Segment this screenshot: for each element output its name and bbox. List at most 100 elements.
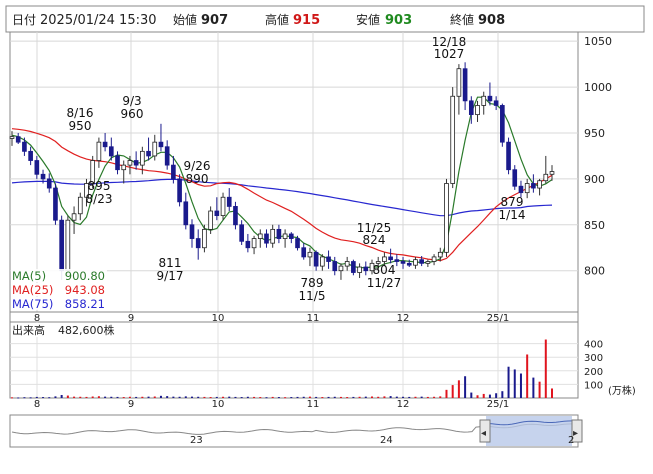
volume-bar (209, 397, 212, 399)
annotation-label: 824 (363, 233, 386, 247)
volume-bar (476, 395, 479, 398)
volume-tick-label: 200 (584, 367, 603, 378)
volume-bar (116, 396, 119, 398)
month-label: 12 (397, 399, 410, 410)
candle-body (307, 251, 313, 258)
volume-bar (408, 396, 411, 398)
candle-body (320, 256, 325, 267)
volume-bar (290, 397, 293, 399)
volume-bar (426, 396, 429, 398)
candle-body (332, 261, 338, 272)
month-label: 8 (34, 399, 40, 410)
volume-bar (352, 396, 355, 398)
candle-body (202, 228, 207, 249)
header-bar: 日付 2025/01/24 15:30 始値 907 高値 915 安値 903… (5, 5, 645, 33)
candle-body (462, 68, 468, 102)
volume-bar (308, 396, 311, 398)
candle-body (65, 219, 71, 272)
volume-bar (495, 393, 498, 398)
volume-bar (135, 396, 138, 398)
volume-bar (110, 396, 113, 398)
candle-body (388, 256, 393, 261)
candle-body (115, 155, 120, 171)
annotation-label: 1027 (434, 47, 465, 61)
annotation-label: 1/14 (499, 208, 526, 222)
candle-body (450, 95, 456, 184)
volume-bar (321, 397, 324, 399)
volume-bar (526, 354, 529, 398)
candle-body (146, 150, 151, 157)
candle-body (158, 141, 164, 148)
annotation-label: 804 (373, 263, 396, 277)
legend-entry-value: 900.80 (65, 269, 105, 283)
volume-bar (451, 385, 454, 398)
candle-body (220, 196, 226, 217)
ma-legend: MA(5) 900.80 MA(25) 943.08 MA(75) 858.21 (11, 269, 107, 311)
navigator-left-handle[interactable]: ◂ (479, 419, 491, 443)
candle-body (233, 206, 238, 226)
navigator[interactable]: ◂ ▸ 23 24 2 (9, 414, 583, 448)
volume-bar (240, 397, 243, 399)
candle-body (127, 160, 133, 166)
candle-body (543, 173, 549, 182)
volume-bar (433, 396, 436, 398)
annotation-label: 9/3 (122, 94, 141, 108)
price-tick-label: 850 (584, 219, 605, 232)
volume-label: 出来高 (12, 323, 45, 337)
price-tick-label: 1000 (584, 81, 612, 94)
navigator-label-24: 24 (380, 435, 393, 446)
annotation-label: 11/5 (299, 289, 326, 303)
annotation-label: 890 (186, 172, 209, 186)
chevron-left-icon: ◂ (481, 428, 486, 439)
candle-body (313, 251, 319, 267)
candle-body (295, 238, 300, 249)
chart-canvas: 日付 2025/01/24 15:30 始値 907 高値 915 安値 903… (5, 5, 645, 448)
volume-bar (159, 395, 162, 398)
annotation-label: 895 (88, 179, 111, 193)
date-label: 日付 (12, 13, 36, 27)
candle-body (208, 210, 213, 230)
volume-bar (346, 397, 349, 399)
candle-body (9, 136, 15, 139)
stock-chart-widget: 日付 2025/01/24 15:30 始値 907 高値 915 安値 903… (0, 0, 653, 470)
candle-body (481, 95, 487, 106)
date-value: 2025/01/24 15:30 (40, 13, 157, 28)
candle-body (282, 233, 288, 239)
month-label: 10 (212, 399, 225, 410)
candle-body (512, 169, 518, 187)
candle-body (183, 201, 189, 226)
volume-bar (246, 396, 249, 398)
volume-bar (253, 396, 256, 398)
volume-bar (66, 395, 69, 398)
annotation-label: 9/17 (157, 269, 184, 283)
volume-unit: (万株) (608, 384, 636, 397)
candle-body (257, 233, 263, 239)
candle-body (444, 183, 449, 253)
volume-bar (327, 396, 330, 398)
volume-bar (445, 389, 448, 398)
volume-tick-label: 100 (584, 380, 603, 391)
annotation-label: 11/27 (367, 276, 402, 290)
price-tick-label: 900 (584, 173, 605, 186)
volume-bar (153, 396, 156, 398)
close-value: 908 (478, 13, 505, 28)
volume-bar (519, 373, 522, 398)
volume-bar (85, 396, 88, 398)
volume-bar (371, 396, 373, 398)
volume-bar (358, 396, 361, 398)
navigator-selection[interactable] (486, 416, 572, 446)
candle-body (22, 141, 27, 152)
candle-body (531, 183, 536, 189)
month-labels-bottom: 8 9 10 11 12 25/1 (34, 399, 509, 410)
volume-bar (402, 396, 405, 398)
open-label: 始値 (173, 12, 197, 27)
candle-body (189, 224, 195, 239)
volume-bar (184, 396, 187, 398)
volume-bar (172, 396, 175, 398)
volume-bar (488, 394, 491, 398)
close-label: 終値 (450, 12, 474, 27)
candle-body (288, 233, 294, 239)
volume-bar (42, 397, 45, 399)
volume-bar (203, 396, 206, 398)
volume-bar (54, 396, 57, 398)
